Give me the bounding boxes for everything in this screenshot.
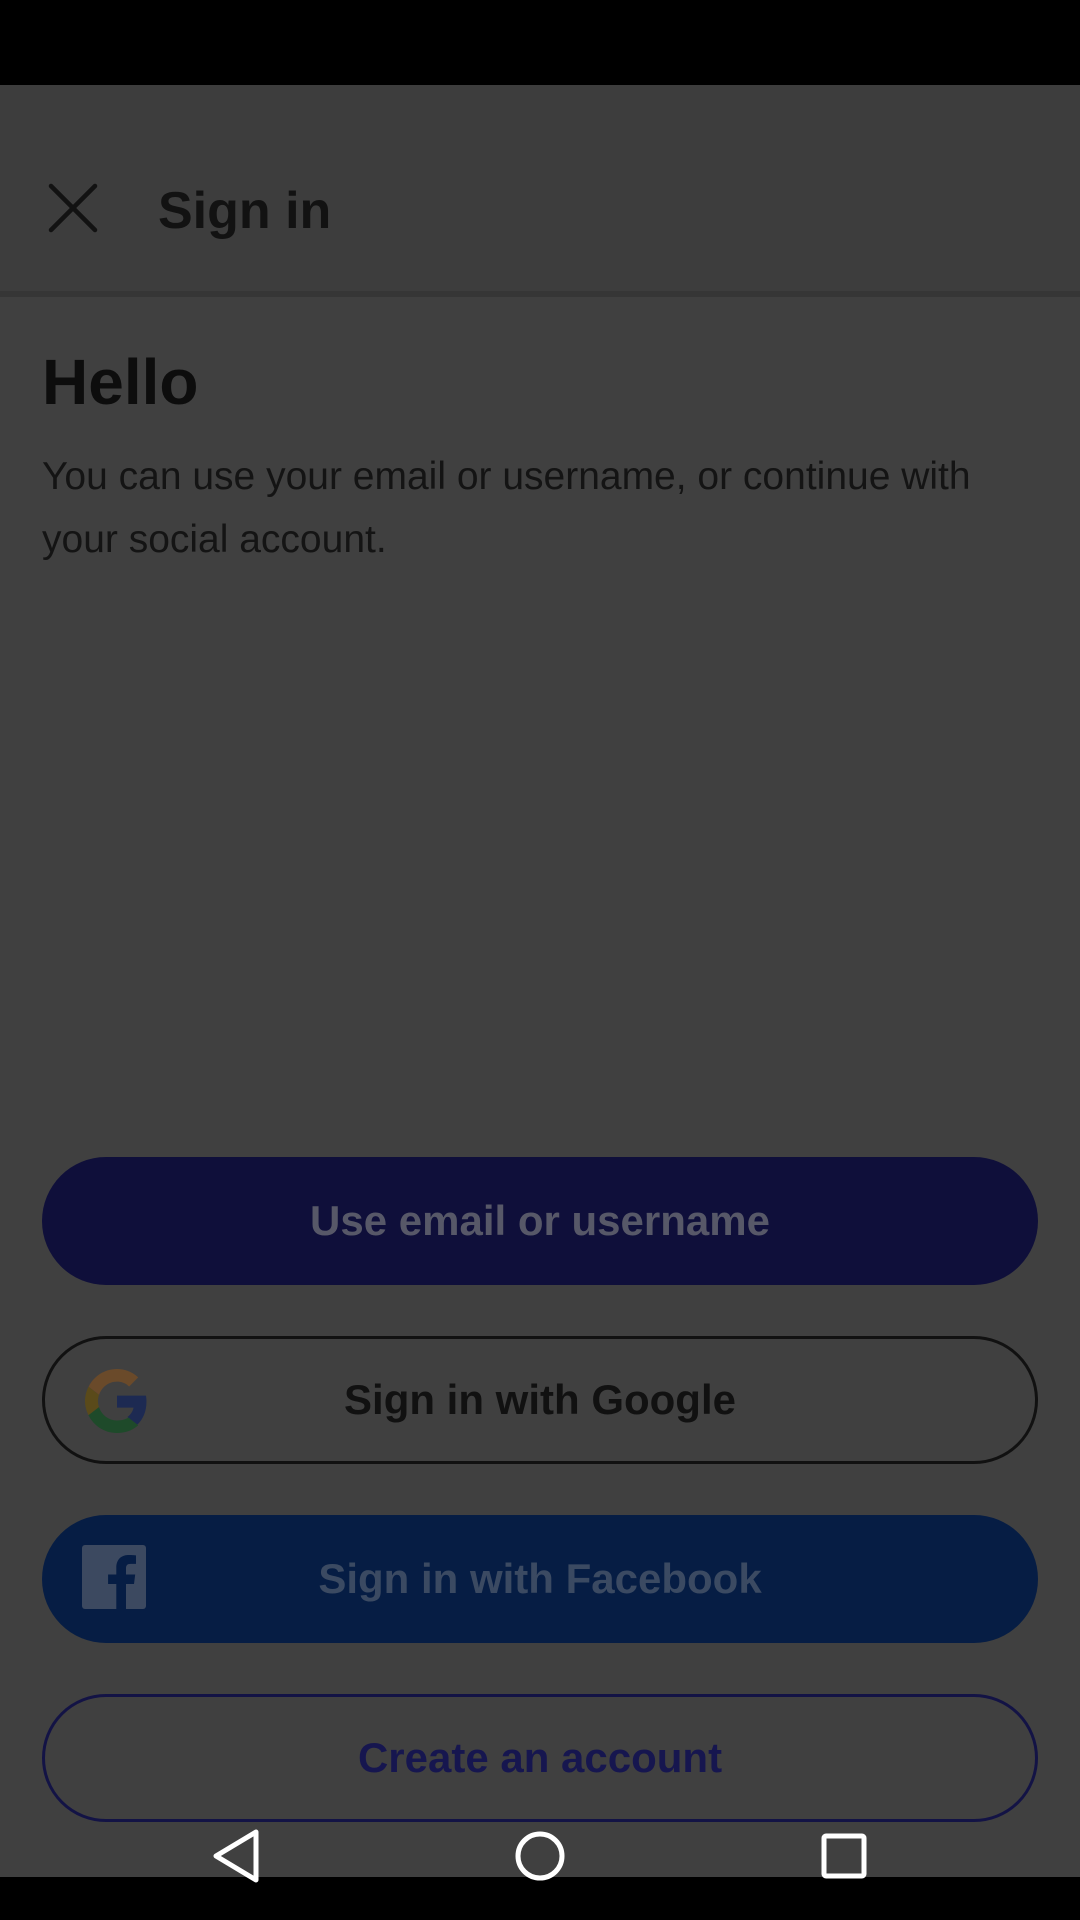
sign-in-google-label: Sign in with Google bbox=[344, 1376, 736, 1423]
app-bar: Sign in bbox=[0, 85, 1080, 297]
recents-icon[interactable] bbox=[820, 1832, 868, 1880]
system-nav-bar bbox=[0, 1877, 1080, 1920]
back-icon[interactable] bbox=[210, 1828, 262, 1884]
home-icon[interactable] bbox=[513, 1829, 567, 1883]
create-account-button[interactable]: Create an account bbox=[42, 1694, 1038, 1822]
use-email-label: Use email or username bbox=[310, 1197, 770, 1244]
subtitle-text: You can use your email or username, or c… bbox=[42, 455, 971, 561]
sign-in-facebook-label: Sign in with Facebook bbox=[318, 1555, 762, 1602]
sign-in-google-button[interactable]: Sign in with Google bbox=[42, 1336, 1038, 1464]
google-icon bbox=[85, 1369, 147, 1433]
sign-in-facebook-button[interactable]: Sign in with Facebook bbox=[42, 1515, 1038, 1643]
hello-heading: Hello bbox=[42, 346, 199, 418]
close-icon bbox=[48, 183, 98, 233]
status-bar bbox=[0, 0, 1080, 85]
close-button[interactable] bbox=[28, 173, 118, 243]
create-account-label: Create an account bbox=[357, 1734, 723, 1781]
page-title: Sign in bbox=[158, 182, 332, 240]
sign-in-screen: Sign in Hello You can use your email or … bbox=[0, 85, 1080, 1877]
use-email-button[interactable]: Use email or username bbox=[42, 1157, 1038, 1285]
facebook-icon bbox=[82, 1545, 146, 1609]
